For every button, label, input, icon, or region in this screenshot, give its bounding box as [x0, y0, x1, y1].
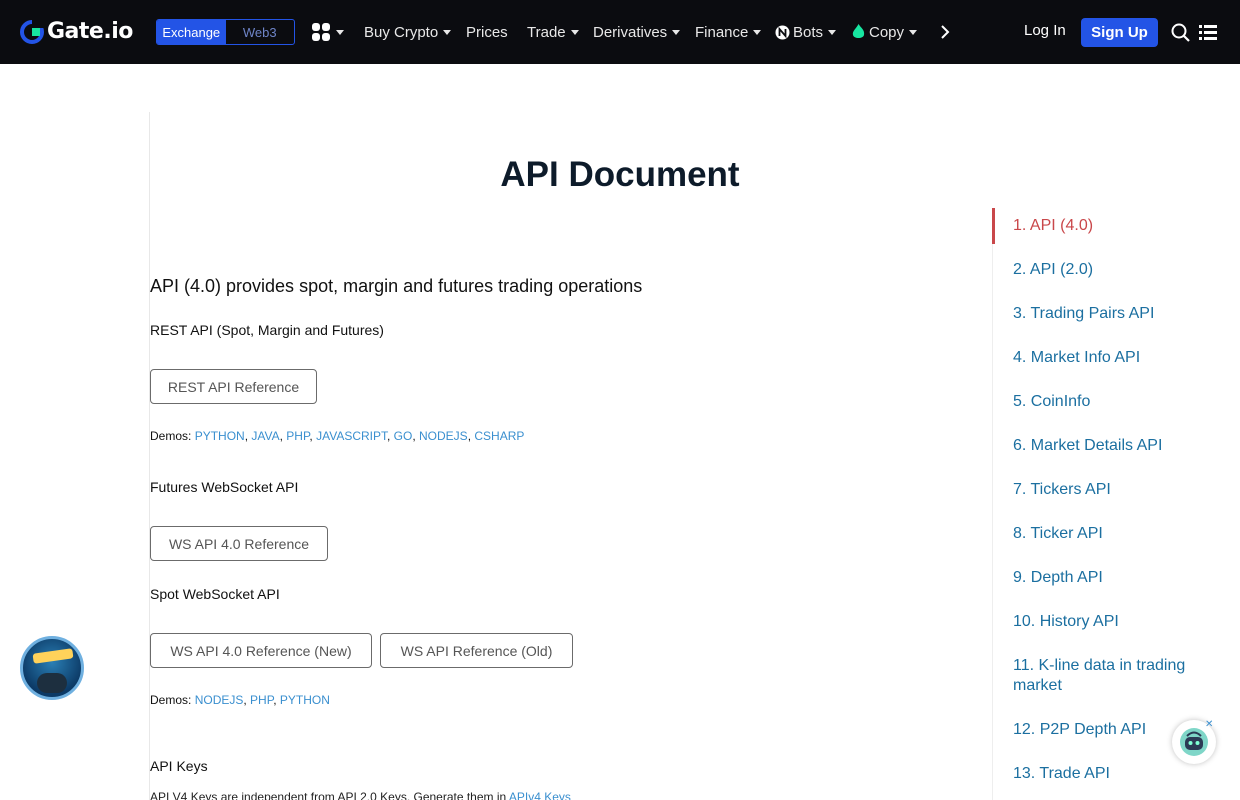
nav-label: Bots — [793, 23, 824, 41]
demos-label: Demos: — [150, 693, 192, 707]
apiv4-keys-link[interactable]: APIv4 Keys — [509, 790, 571, 800]
demo-link-nodejs[interactable]: NODEJS — [419, 429, 468, 443]
demo-link-php[interactable]: PHP — [250, 693, 273, 707]
toc-active-indicator — [992, 208, 995, 244]
demo-link-javascript[interactable]: JAVASCRIPT — [316, 429, 387, 443]
chatbot-icon — [1180, 728, 1208, 756]
toc-item-api-4[interactable]: 1. API (4.0) — [1013, 216, 1213, 236]
spot-ws-demos: Demos: NODEJS, PHP, PYTHON — [150, 693, 330, 707]
toc-item-kline[interactable]: 11. K-line data in trading market — [1013, 656, 1213, 696]
api4-heading: API (4.0) provides spot, margin and futu… — [150, 276, 643, 296]
spot-ws-new-reference-button[interactable]: WS API 4.0 Reference (New) — [150, 633, 372, 668]
close-icon[interactable]: ✕ — [1205, 720, 1215, 730]
nav-label: Trade — [527, 23, 566, 41]
demo-link-python[interactable]: PYTHON — [280, 693, 330, 707]
nav-prices[interactable]: Prices — [466, 0, 508, 64]
chevron-down-icon — [672, 29, 681, 35]
nav-derivatives[interactable]: Derivatives — [593, 0, 681, 64]
demo-link-java[interactable]: JAVA — [251, 429, 279, 443]
nav-label: Derivatives — [593, 23, 668, 41]
nav-trade[interactable]: Trade — [527, 0, 579, 64]
logo-text: Gate.io — [47, 19, 133, 44]
nav-buy-crypto[interactable]: Buy Crypto — [364, 0, 452, 64]
web3-tab[interactable]: Web3 — [226, 20, 295, 44]
demo-link-csharp[interactable]: CSHARP — [474, 429, 524, 443]
demo-link-php[interactable]: PHP — [286, 429, 309, 443]
toc-item-trade[interactable]: 13. Trade API — [1013, 764, 1213, 784]
nav-label: Copy — [869, 23, 905, 41]
api-keys-sentence: API V4 Keys are independent from API 2.0… — [150, 790, 509, 800]
page-title: API Document — [500, 155, 740, 194]
toc-item-tickers[interactable]: 7. Tickers API — [1013, 480, 1213, 500]
promo-banner-shape — [32, 648, 74, 664]
futures-ws-reference-button[interactable]: WS API 4.0 Reference — [150, 526, 328, 561]
nav-copy[interactable]: Copy — [852, 0, 918, 64]
gate-logo-icon — [20, 19, 44, 44]
chevron-down-icon — [753, 29, 762, 35]
nav-finance[interactable]: Finance — [695, 0, 762, 64]
demo-link-go[interactable]: GO — [394, 429, 413, 443]
toc-item-market-details[interactable]: 6. Market Details API — [1013, 436, 1213, 456]
toc-item-history[interactable]: 10. History API — [1013, 612, 1213, 632]
rest-api-reference-button[interactable]: REST API Reference — [150, 369, 317, 404]
toc-item-api-2[interactable]: 2. API (2.0) — [1013, 260, 1213, 280]
signup-button[interactable]: Sign Up — [1081, 18, 1158, 47]
apps-grid-icon — [312, 23, 330, 41]
toc-item-market-info[interactable]: 4. Market Info API — [1013, 348, 1213, 368]
menu-button[interactable] — [1199, 24, 1217, 45]
search-button[interactable] — [1171, 23, 1190, 47]
flame-icon — [852, 24, 865, 38]
api-keys-text: API V4 Keys are independent from API 2.0… — [150, 790, 571, 800]
toc-track — [992, 208, 993, 800]
api-keys-heading: API Keys — [150, 758, 208, 774]
search-icon — [1171, 23, 1190, 42]
chevron-down-icon — [828, 29, 837, 35]
gateio-logo[interactable]: Gate.io — [20, 19, 133, 44]
nav-label: Finance — [695, 23, 749, 41]
chevron-down-icon — [443, 29, 452, 35]
rest-demos: Demos: PYTHON, JAVA, PHP, JAVASCRIPT, GO… — [150, 429, 525, 443]
exchange-tab[interactable]: Exchange — [157, 20, 226, 44]
toc-item-depth[interactable]: 9. Depth API — [1013, 568, 1213, 588]
chevron-down-icon — [570, 29, 579, 35]
nav-label: Prices — [466, 23, 508, 41]
futures-ws-heading: Futures WebSocket API — [150, 479, 299, 495]
apps-menu[interactable] — [312, 23, 344, 41]
demo-link-python[interactable]: PYTHON — [195, 429, 245, 443]
bots-icon — [775, 25, 790, 39]
login-link[interactable]: Log In — [1024, 22, 1066, 39]
list-menu-icon — [1199, 25, 1217, 40]
promo-avatar[interactable] — [20, 636, 84, 700]
chevron-down-icon — [336, 29, 344, 35]
spot-ws-heading: Spot WebSocket API — [150, 586, 280, 602]
exchange-web3-switch: Exchange Web3 — [156, 19, 295, 45]
chevron-right-icon — [941, 25, 950, 39]
nav-label: Buy Crypto — [364, 23, 439, 41]
toc-item-ticker[interactable]: 8. Ticker API — [1013, 524, 1213, 544]
spot-ws-old-reference-button[interactable]: WS API Reference (Old) — [380, 633, 573, 668]
demos-label: Demos: — [150, 429, 192, 443]
toc-item-trading-pairs[interactable]: 3. Trading Pairs API — [1013, 304, 1213, 324]
nav-bots[interactable]: Bots — [775, 0, 837, 64]
chevron-down-icon — [909, 29, 918, 35]
demo-link-nodejs[interactable]: NODEJS — [195, 693, 244, 707]
promo-figure-shape — [37, 673, 67, 693]
nav-more-button[interactable] — [940, 24, 950, 45]
rest-api-heading: REST API (Spot, Margin and Futures) — [150, 322, 384, 338]
top-navbar: Gate.io Exchange Web3 Buy Crypto Prices … — [0, 0, 1240, 64]
toc-item-coininfo[interactable]: 5. CoinInfo — [1013, 392, 1213, 412]
